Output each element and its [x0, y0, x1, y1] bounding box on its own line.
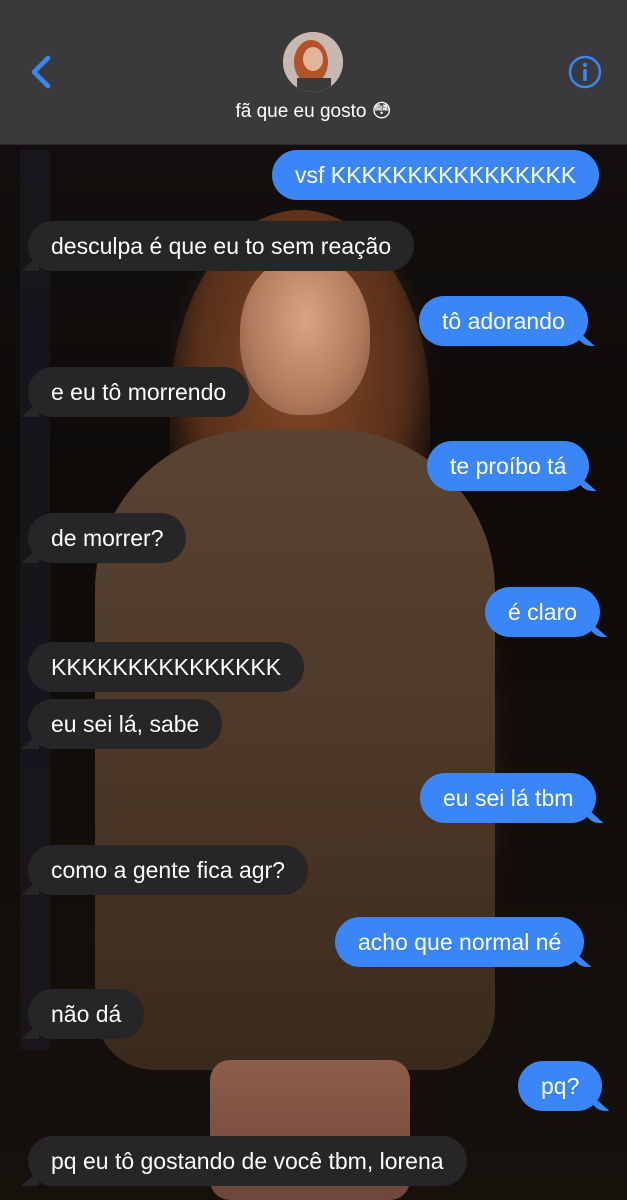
contact-name[interactable]: fã que eu gosto 😳 [0, 100, 627, 123]
message-bubble-sent[interactable]: eu sei lá tbm [420, 773, 597, 823]
message-bubble-sent[interactable]: tô adorando [419, 296, 588, 346]
info-icon[interactable] [568, 55, 602, 89]
message-bubble-received[interactable]: pq eu tô gostando de você tbm, lorena [28, 1136, 467, 1186]
message-bubble-sent[interactable]: acho que normal né [335, 917, 585, 967]
message-bubble-sent[interactable]: te proíbo tá [427, 441, 590, 491]
message-bubble-received[interactable]: eu sei lá, sabe [28, 699, 223, 749]
message-bubble-received[interactable]: de morrer? [28, 513, 187, 563]
message-bubble-sent[interactable]: vsf KKKKKKKKKKKKKKKK [272, 150, 600, 200]
conversation-header: fã que eu gosto 😳 [0, 0, 627, 145]
message-bubble-sent[interactable]: é claro [485, 587, 601, 637]
chevron-left-icon[interactable] [24, 52, 60, 92]
message-bubble-received[interactable]: desculpa é que eu to sem reação [28, 221, 415, 271]
message-bubble-received[interactable]: KKKKKKKKKKKKKKK [28, 642, 305, 692]
avatar[interactable] [283, 32, 343, 92]
message-bubble-received[interactable]: e eu tô morrendo [28, 367, 250, 417]
message-bubble-sent[interactable]: pq? [518, 1061, 603, 1111]
message-bubble-received[interactable]: não dá [28, 989, 145, 1039]
message-bubble-received[interactable]: como a gente fica agr? [28, 845, 308, 895]
